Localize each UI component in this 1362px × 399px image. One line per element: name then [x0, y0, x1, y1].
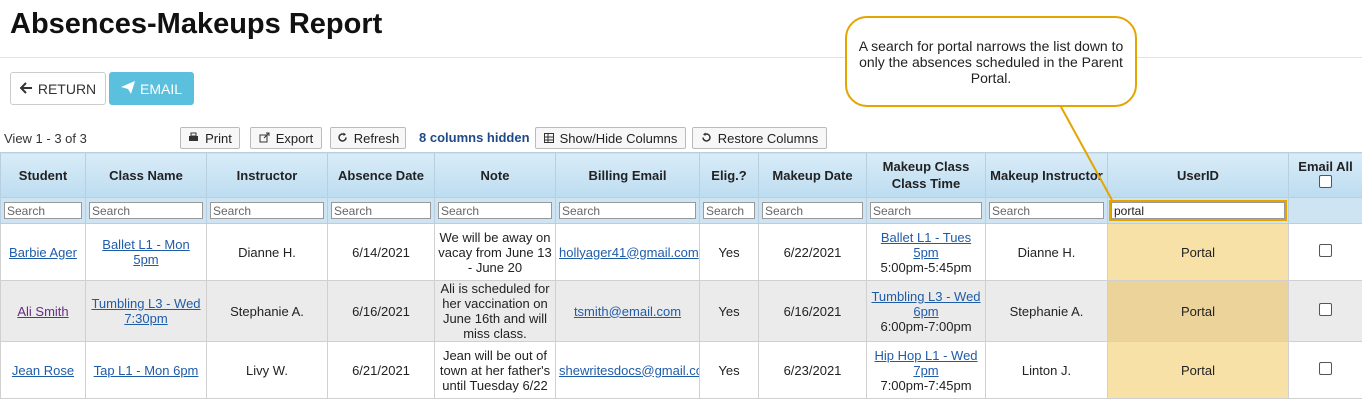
view-count: View 1 - 3 of 3 — [4, 131, 87, 146]
elig-cell: Yes — [700, 342, 759, 399]
print-label: Print — [205, 131, 232, 146]
userid-cell: Portal — [1108, 224, 1289, 281]
refresh-label: Refresh — [354, 131, 400, 146]
makeup-date-cell: 6/23/2021 — [759, 342, 867, 399]
makeup-instructor-cell: Dianne H. — [986, 224, 1108, 281]
export-icon — [259, 131, 270, 146]
absence-date-cell: 6/21/2021 — [328, 342, 435, 399]
billing-email-link[interactable]: hollyager41@gmail.com — [559, 245, 699, 260]
col-header-userid[interactable]: UserID — [1108, 153, 1289, 198]
table-row: Jean Rose Tap L1 - Mon 6pm Livy W. 6/21/… — [1, 342, 1362, 399]
email-row-checkbox[interactable] — [1319, 362, 1332, 375]
filter-makeup-class[interactable] — [870, 202, 982, 219]
userid-cell: Portal — [1108, 281, 1289, 342]
filter-makeup-instructor[interactable] — [989, 202, 1104, 219]
elig-cell: Yes — [700, 224, 759, 281]
export-button[interactable]: Export — [250, 127, 322, 149]
filter-instructor[interactable] — [210, 202, 324, 219]
col-header-elig[interactable]: Elig.? — [700, 153, 759, 198]
instructor-cell: Dianne H. — [207, 224, 328, 281]
col-header-class-name[interactable]: Class Name — [86, 153, 207, 198]
undo-icon — [701, 131, 712, 146]
makeup-date-cell: 6/16/2021 — [759, 281, 867, 342]
filter-empty-cell — [1289, 198, 1362, 224]
col-header-note[interactable]: Note — [435, 153, 556, 198]
refresh-icon — [337, 131, 348, 146]
filter-student[interactable] — [4, 202, 82, 219]
student-link[interactable]: Ali Smith — [17, 304, 68, 319]
col-header-makeup-date[interactable]: Makeup Date — [759, 153, 867, 198]
absence-date-cell: 6/16/2021 — [328, 281, 435, 342]
print-button[interactable]: Print — [180, 127, 240, 149]
col-header-billing-email[interactable]: Billing Email — [556, 153, 700, 198]
show-hide-label: Show/Hide Columns — [560, 131, 678, 146]
student-link[interactable]: Jean Rose — [12, 363, 74, 378]
title-divider — [0, 57, 1362, 58]
return-button[interactable]: RETURN — [10, 72, 106, 105]
makeup-instructor-cell: Stephanie A. — [986, 281, 1108, 342]
email-label: EMAIL — [140, 81, 182, 97]
makeup-time: 7:00pm-7:45pm — [870, 378, 982, 393]
filter-class-name[interactable] — [89, 202, 203, 219]
makeup-time: 5:00pm-5:45pm — [870, 260, 982, 275]
absences-table: Student Class Name Instructor Absence Da… — [0, 152, 1362, 399]
userid-cell: Portal — [1108, 342, 1289, 399]
paper-plane-icon — [121, 81, 135, 97]
makeup-class-link[interactable]: Tumbling L3 - Wed 6pm — [871, 289, 980, 319]
email-row-checkbox[interactable] — [1319, 303, 1332, 316]
table-row: Ali Smith Tumbling L3 - Wed 7:30pm Steph… — [1, 281, 1362, 342]
billing-email-link[interactable]: tsmith@email.com — [574, 304, 681, 319]
col-header-student[interactable]: Student — [1, 153, 86, 198]
class-name-link[interactable]: Tap L1 - Mon 6pm — [94, 363, 199, 378]
show-hide-columns-button[interactable]: Show/Hide Columns — [535, 127, 686, 149]
filter-note[interactable] — [438, 202, 552, 219]
makeup-date-cell: 6/22/2021 — [759, 224, 867, 281]
note-cell: Jean will be out of town at her father's… — [435, 342, 556, 399]
student-link[interactable]: Barbie Ager — [9, 245, 77, 260]
elig-cell: Yes — [700, 281, 759, 342]
email-button[interactable]: EMAIL — [109, 72, 194, 105]
return-label: RETURN — [38, 81, 96, 97]
header-row: Student Class Name Instructor Absence Da… — [1, 153, 1362, 198]
col-header-absence-date[interactable]: Absence Date — [328, 153, 435, 198]
note-cell: Ali is scheduled for her vaccination on … — [435, 281, 556, 342]
class-name-link[interactable]: Tumbling L3 - Wed 7:30pm — [91, 296, 200, 326]
billing-email-link[interactable]: shewritesdocs@gmail.com — [559, 363, 700, 378]
arrow-left-icon — [20, 81, 33, 97]
filter-userid[interactable] — [1111, 202, 1285, 219]
export-label: Export — [276, 131, 314, 146]
col-header-email-all: Email All — [1289, 153, 1362, 198]
columns-icon — [544, 131, 554, 146]
page-title: Absences-Makeups Report — [10, 8, 382, 41]
restore-columns-button[interactable]: Restore Columns — [692, 127, 827, 149]
grid-toolbar: View 1 - 3 of 3 Print Export Refresh 8 c… — [0, 126, 1362, 152]
makeup-class-link[interactable]: Hip Hop L1 - Wed 7pm — [874, 348, 977, 378]
col-header-makeup-class[interactable]: Makeup Class Class Time — [867, 153, 986, 198]
filter-elig[interactable] — [703, 202, 755, 219]
instructor-cell: Livy W. — [207, 342, 328, 399]
col-header-instructor[interactable]: Instructor — [207, 153, 328, 198]
makeup-time: 6:00pm-7:00pm — [870, 319, 982, 334]
note-cell: We will be away on vacay from June 13 - … — [435, 224, 556, 281]
absence-date-cell: 6/14/2021 — [328, 224, 435, 281]
refresh-button[interactable]: Refresh — [330, 127, 406, 149]
filter-row — [1, 198, 1362, 224]
email-all-label: Email All — [1292, 158, 1359, 175]
filter-absence-date[interactable] — [331, 202, 431, 219]
email-row-checkbox[interactable] — [1319, 244, 1332, 257]
restore-label: Restore Columns — [718, 131, 818, 146]
makeup-class-link[interactable]: Ballet L1 - Tues 5pm — [881, 230, 971, 260]
filter-billing-email[interactable] — [559, 202, 696, 219]
printer-icon — [188, 131, 199, 146]
callout-bubble: A search for portal narrows the list dow… — [845, 16, 1137, 107]
class-name-link[interactable]: Ballet L1 - Mon 5pm — [102, 237, 189, 267]
filter-makeup-date[interactable] — [762, 202, 863, 219]
col-header-makeup-instructor[interactable]: Makeup Instructor — [986, 153, 1108, 198]
instructor-cell: Stephanie A. — [207, 281, 328, 342]
makeup-instructor-cell: Linton J. — [986, 342, 1108, 399]
hidden-columns-count[interactable]: 8 columns hidden — [419, 130, 530, 145]
email-all-checkbox[interactable] — [1319, 175, 1332, 188]
table-row: Barbie Ager Ballet L1 - Mon 5pm Dianne H… — [1, 224, 1362, 281]
